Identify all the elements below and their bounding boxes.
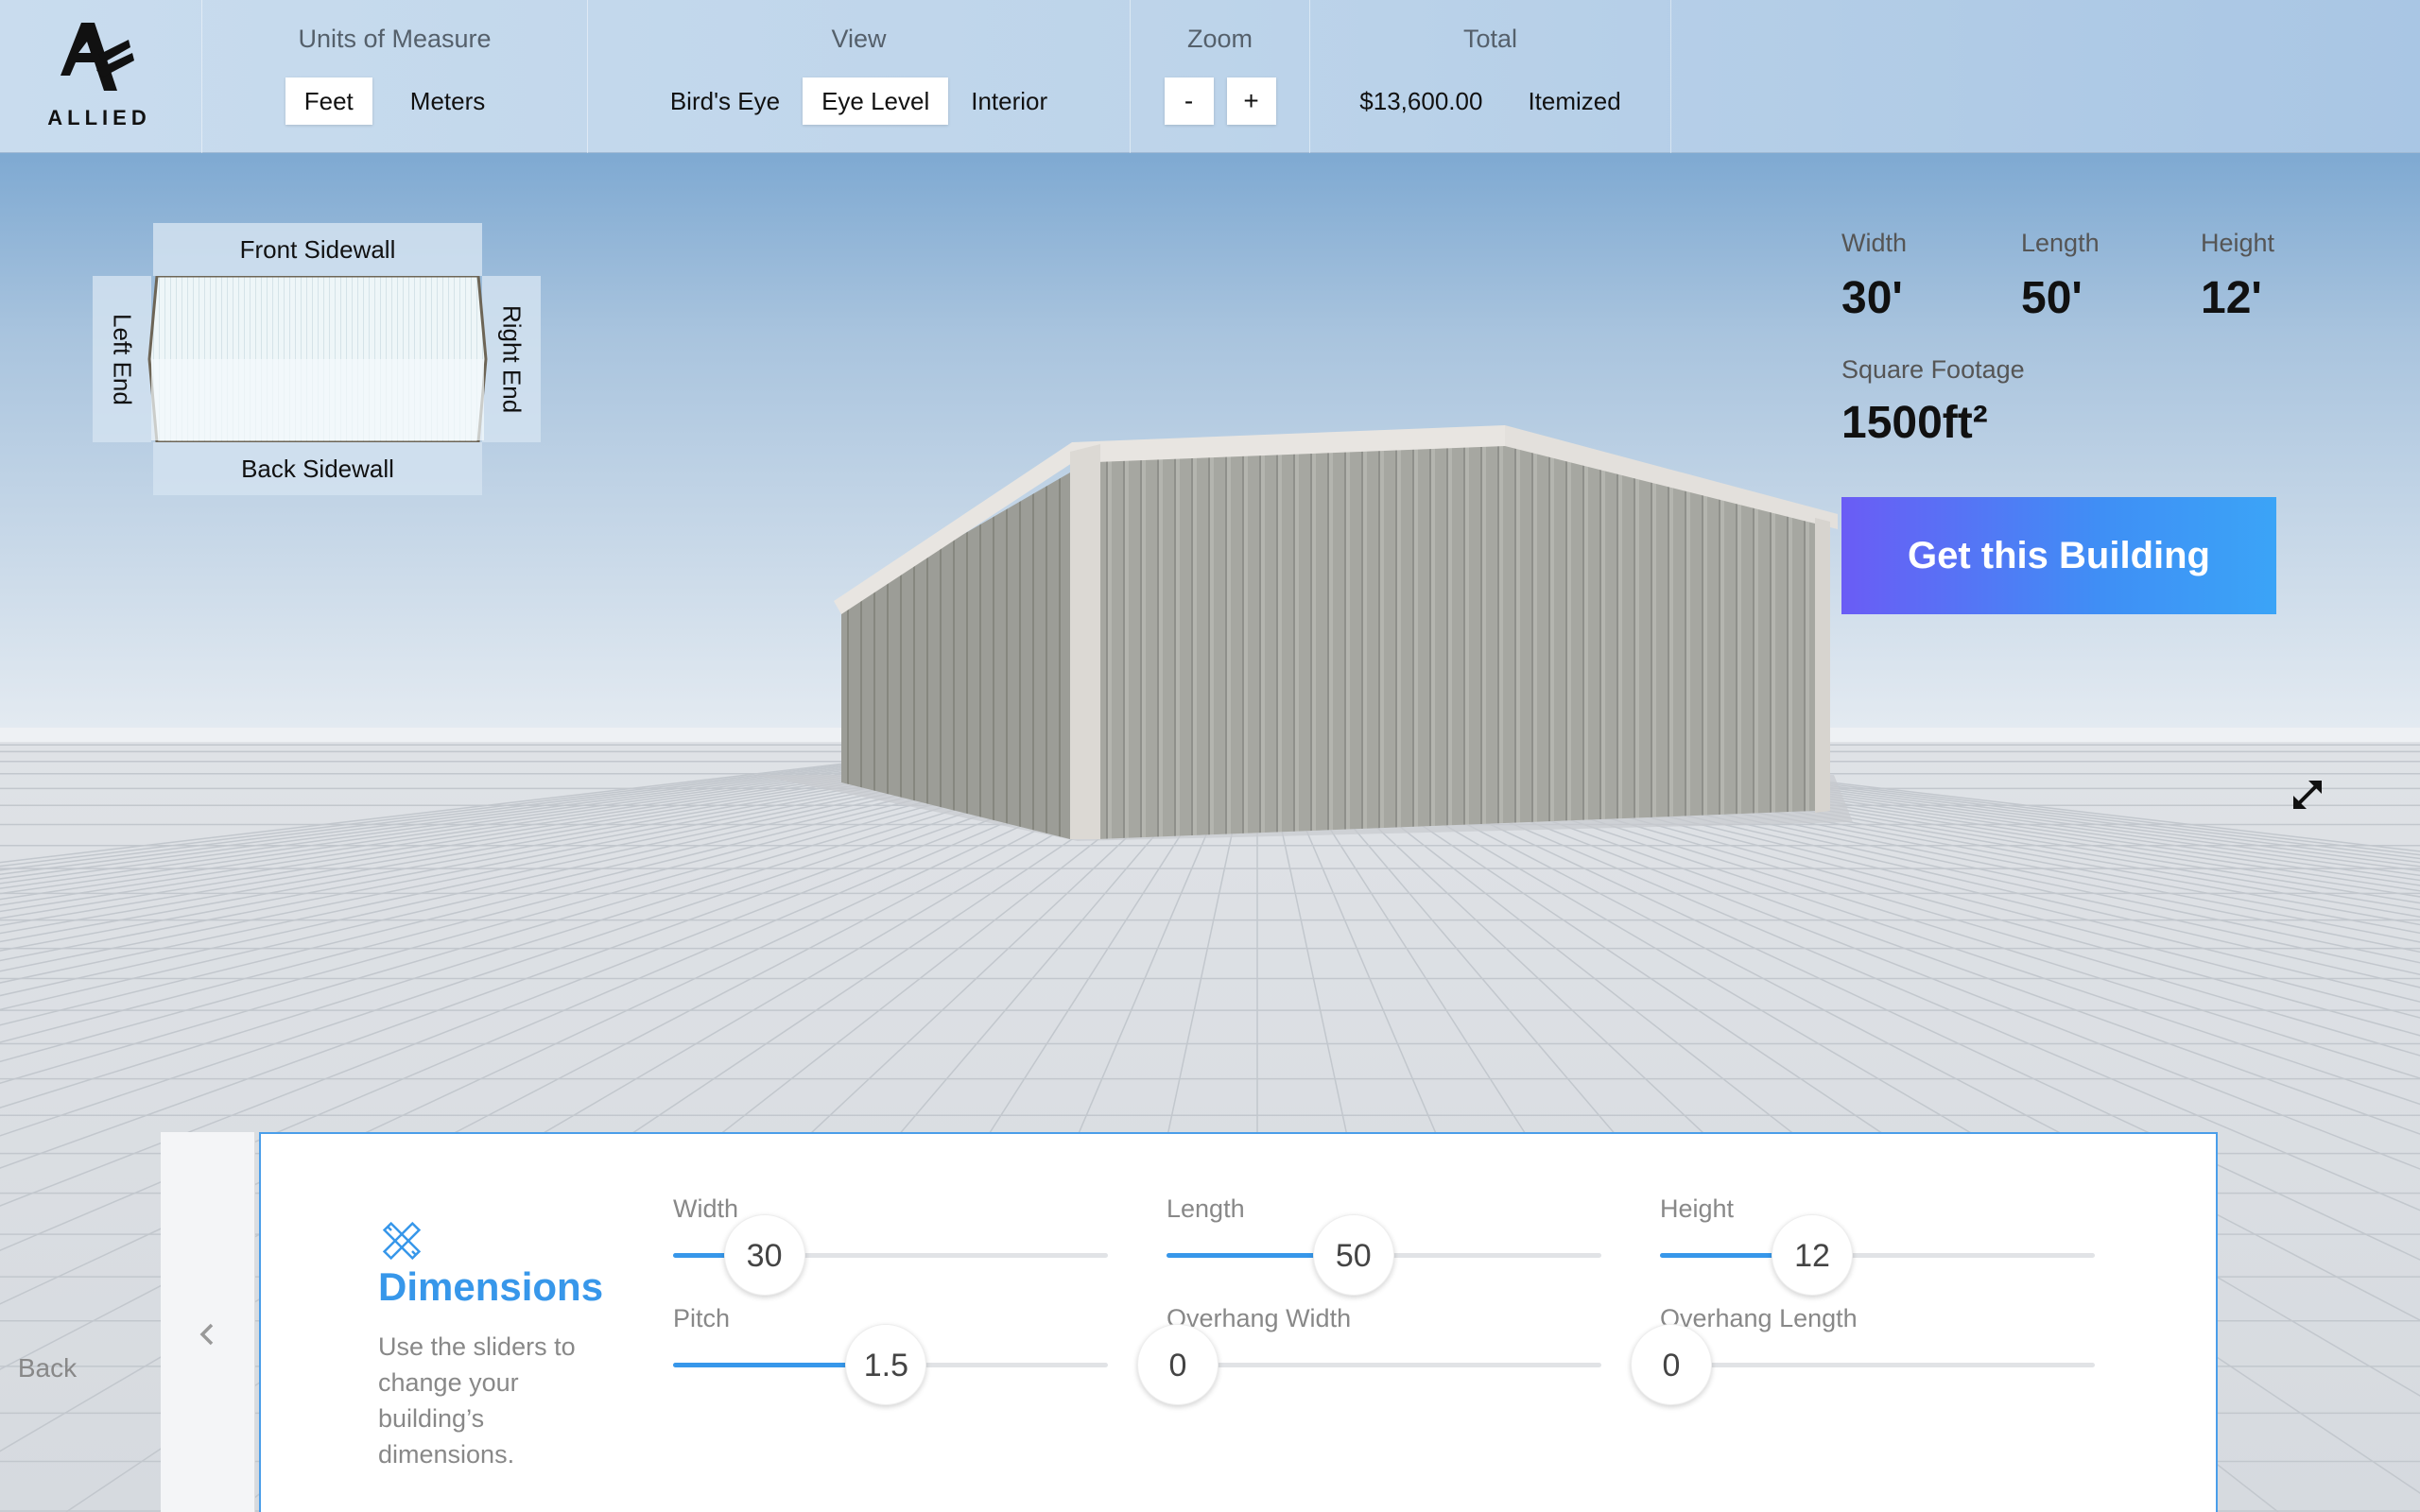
width-slider[interactable]: Width 30	[673, 1194, 1108, 1296]
width-label: Width	[1841, 229, 1908, 257]
allied-logo[interactable]: ALLIED	[38, 19, 161, 132]
dimensions-title: Dimensions	[378, 1264, 604, 1309]
logo-wordmark: ALLIED	[47, 106, 151, 129]
slider-knob[interactable]: 30	[723, 1214, 805, 1296]
view-interior-button[interactable]: Interior	[952, 77, 1066, 125]
logo-section: ALLIED	[0, 0, 202, 153]
square-footage-label: Square Footage	[1841, 355, 2025, 384]
view-title: View	[831, 25, 887, 53]
height-value: 12'	[2201, 273, 2262, 323]
building-minimap: Front Sidewall Back Sidewall Left End Ri…	[93, 223, 541, 495]
slider-label: Length	[1167, 1194, 1245, 1223]
top-toolbar: ALLIED Units of Measure Feet Meters View…	[0, 0, 2420, 153]
dimensions-description: Use the sliders to change your building’…	[378, 1332, 576, 1469]
minimap-right-end[interactable]: Right End	[482, 276, 541, 442]
height-label: Height	[2201, 229, 2275, 257]
slider-track[interactable]	[1660, 1253, 2095, 1258]
slider-knob[interactable]: 1.5	[845, 1324, 927, 1405]
view-birds-eye-button[interactable]: Bird's Eye	[651, 77, 799, 125]
slider-track[interactable]	[1167, 1363, 1601, 1367]
building-sidewall	[1097, 437, 1815, 839]
minimap-back-sidewall[interactable]: Back Sidewall	[153, 442, 482, 495]
overhang-width-slider[interactable]: Overhang Width 0	[1137, 1304, 1601, 1405]
ruler-pencil-icon	[382, 1221, 422, 1261]
get-this-building-button[interactable]: Get this Building	[1841, 497, 2276, 614]
square-footage-value: 1500ft²	[1841, 398, 1988, 448]
dimensions-panel: Dimensions Use the sliders to change you…	[259, 1132, 2218, 1512]
slider-label: Width	[673, 1194, 739, 1223]
overhang-length-slider[interactable]: Overhang Length 0	[1631, 1304, 2095, 1405]
slider-knob[interactable]: 0	[1631, 1324, 1712, 1405]
units-feet-button[interactable]: Feet	[285, 77, 372, 125]
corner-trim	[1070, 444, 1100, 839]
units-title: Units of Measure	[298, 25, 492, 53]
units-meters-button[interactable]: Meters	[391, 77, 504, 125]
slider-label: Height	[1660, 1194, 1735, 1223]
chevron-left-icon	[199, 1323, 214, 1346]
units-section: Units of Measure Feet Meters	[202, 0, 588, 153]
total-amount: $13,600.00	[1359, 87, 1483, 115]
zoom-out-button[interactable]: -	[1164, 77, 1214, 125]
expand-arrows-icon[interactable]	[2288, 775, 2327, 815]
total-title: Total	[1462, 25, 1518, 53]
length-slider[interactable]: Length 50	[1167, 1194, 1601, 1296]
minimap-roof	[147, 276, 488, 442]
allied-logo-icon	[60, 23, 134, 91]
slider-knob[interactable]: 12	[1772, 1214, 1853, 1296]
back-button[interactable]	[161, 1132, 255, 1512]
minimap-front-sidewall[interactable]: Front Sidewall	[153, 223, 482, 276]
slider-track[interactable]	[1660, 1363, 2095, 1367]
minimap-left-end[interactable]: Left End	[93, 276, 151, 442]
height-slider[interactable]: Height 12	[1660, 1194, 2095, 1296]
slider-label: Pitch	[673, 1304, 731, 1332]
zoom-section: Zoom - +	[1131, 0, 1310, 153]
end-trim	[1815, 518, 1830, 813]
itemized-button[interactable]: Itemized	[1509, 77, 1639, 125]
view-section: View Bird's Eye Eye Level Interior	[588, 0, 1131, 153]
zoom-title: Zoom	[1186, 25, 1253, 53]
slider-knob[interactable]: 0	[1137, 1324, 1219, 1405]
total-section: Total $13,600.00 Itemized	[1310, 0, 1671, 153]
pitch-slider[interactable]: Pitch 1.5	[673, 1304, 1108, 1405]
back-label[interactable]: Back	[0, 1353, 95, 1383]
length-value: 50'	[2021, 273, 2083, 323]
slider-knob[interactable]: 50	[1312, 1214, 1394, 1296]
width-value: 30'	[1841, 273, 1903, 323]
view-eye-level-button[interactable]: Eye Level	[803, 77, 949, 125]
length-label: Length	[2021, 229, 2100, 257]
zoom-in-button[interactable]: +	[1226, 77, 1276, 125]
